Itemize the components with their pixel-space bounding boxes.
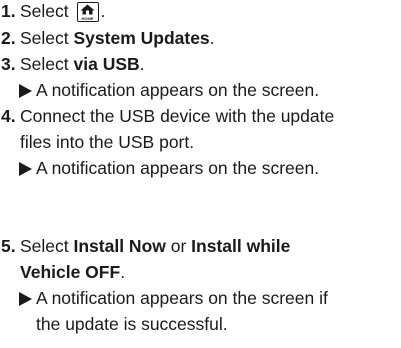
step-text-or: or — [165, 236, 192, 256]
step-4: 4. Connect the USB device with the updat… — [1, 105, 397, 154]
step-number: 2. — [1, 28, 16, 48]
step-text: Select — [20, 28, 74, 48]
option-install-while: Install while — [191, 236, 291, 256]
step-text-end: . — [100, 1, 106, 21]
step-text-line-2: files into the USB port. — [20, 132, 195, 152]
step-3-result: A notification appears on the screen. — [19, 79, 397, 102]
result-text-line-2: the update is successful. — [36, 314, 228, 334]
step-number: 4. — [1, 106, 16, 126]
step-5-result: A notification appears on the screen if … — [19, 287, 397, 336]
home-button-caption: HOME — [81, 16, 94, 21]
result-text-line-1: A notification appears on the screen if — [36, 288, 328, 308]
result-text-block: A notification appears on the screen if … — [36, 287, 397, 336]
step-text-line-1: Connect the USB device with the update — [20, 106, 335, 126]
result-arrow-icon — [19, 162, 32, 176]
step-number: 1. — [1, 1, 16, 21]
step-text-end: . — [139, 54, 145, 74]
option-vehicle-off: Vehicle OFF — [20, 262, 121, 282]
step-text-line-2: Vehicle OFF. — [20, 261, 397, 284]
step-text-line-1: Select Install Now or Install while — [20, 235, 397, 258]
menu-item-name: System Updates — [73, 28, 210, 48]
step-number: 3. — [1, 54, 16, 74]
step-5: 5. Select Install Now or Install while V… — [1, 235, 397, 284]
step-text: Select — [20, 236, 74, 256]
instruction-page: 1. Select HOME. 2. Select System Updates… — [0, 0, 401, 348]
menu-item-name: via USB — [73, 54, 140, 74]
step-text-end: . — [120, 262, 126, 282]
step-text: Select — [20, 1, 74, 21]
result-text: A notification appears on the screen. — [36, 80, 320, 100]
result-text: A notification appears on the screen. — [36, 158, 320, 178]
step-text: Select — [20, 54, 74, 74]
step-4-result: A notification appears on the screen. — [19, 157, 397, 180]
step-number: 5. — [1, 236, 16, 256]
step-2: 2. Select System Updates. — [1, 27, 397, 50]
step-text-end: . — [209, 28, 215, 48]
step-1: 1. Select HOME. — [1, 0, 397, 23]
step-3: 3. Select via USB. — [1, 53, 397, 76]
option-install-now: Install Now — [73, 236, 166, 256]
result-arrow-icon — [19, 84, 32, 98]
home-button-icon: HOME — [76, 2, 99, 22]
result-arrow-icon — [19, 292, 32, 306]
